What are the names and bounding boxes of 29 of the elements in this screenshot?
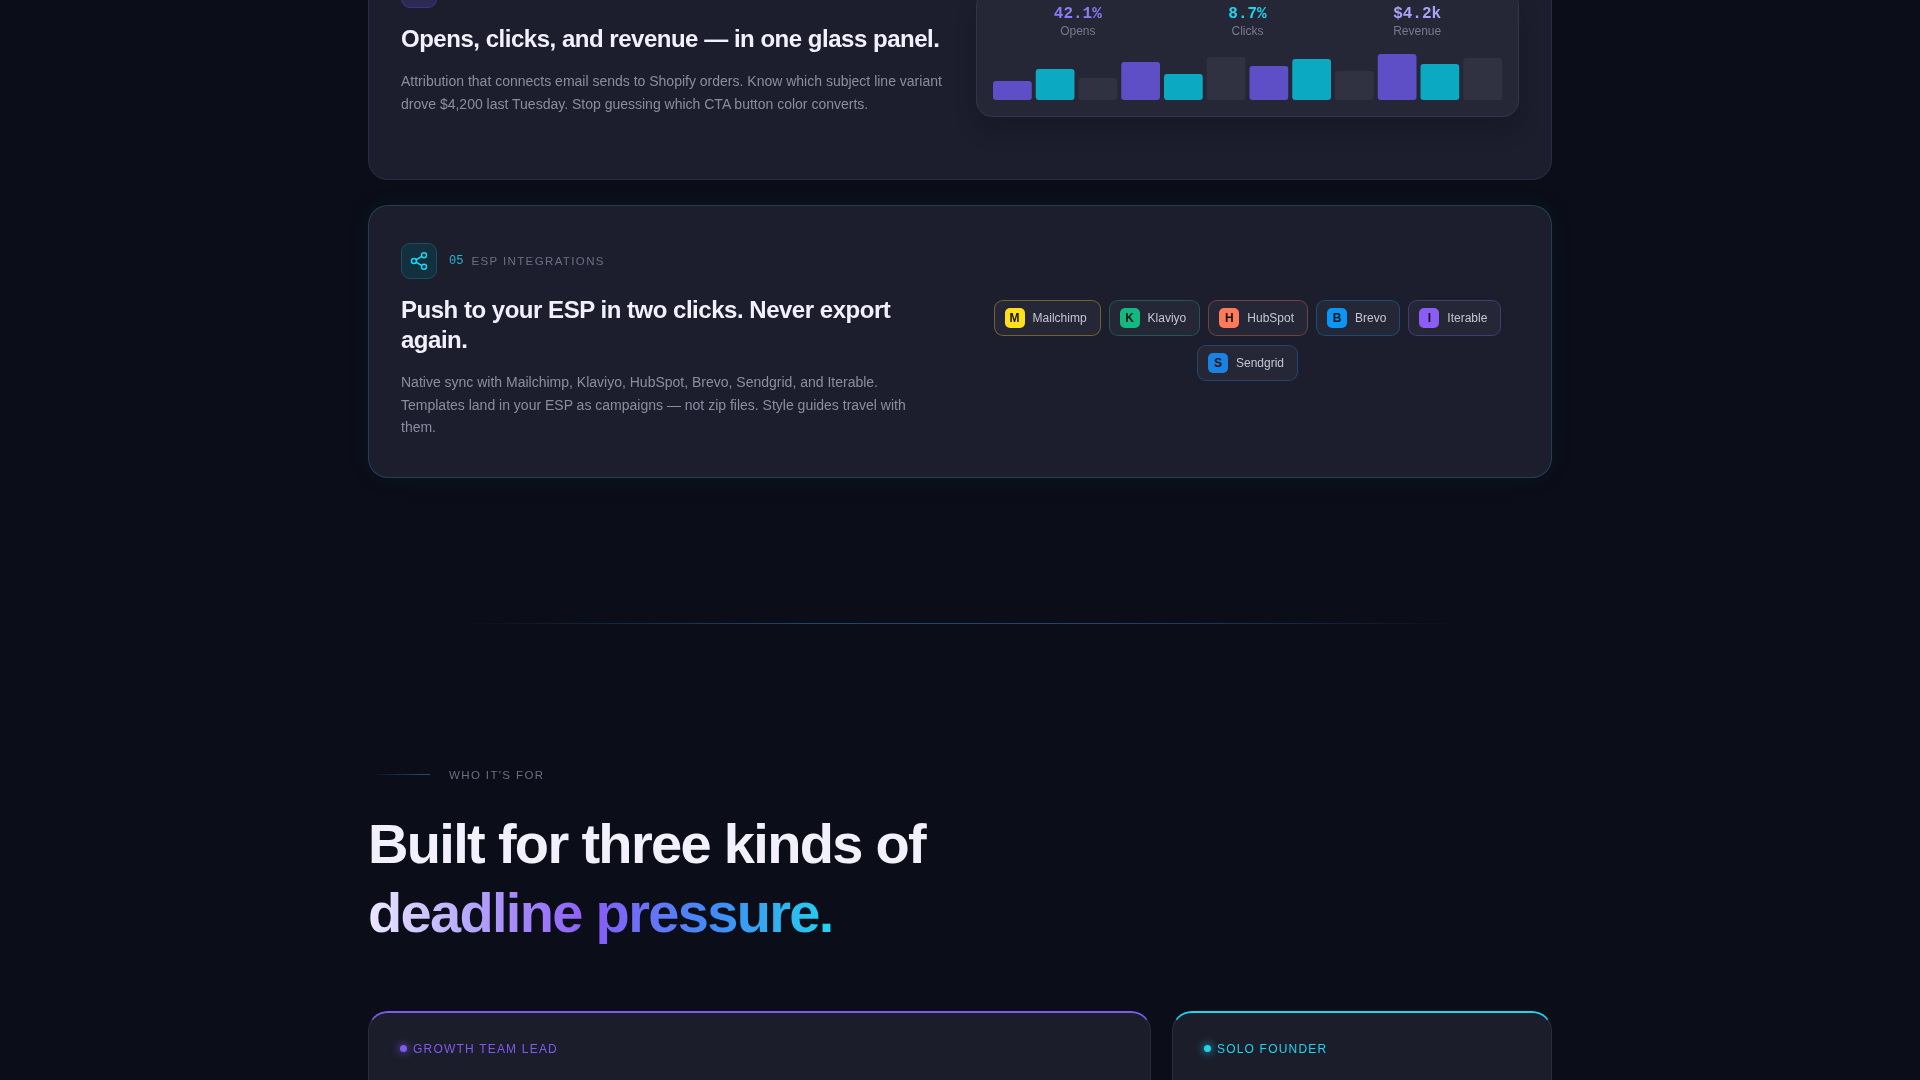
- stat-value: $4.2k: [1393, 6, 1442, 22]
- card-heading: Push to your ESP in two clicks. Never export again.: [401, 295, 892, 355]
- card-description: Attribution that connects email sends to Shopify orders. Know which subject line variant drove $4,200 last Tuesday. Stop guessing which CTA button color converts.: [401, 72, 943, 114]
- stat-label: Clicks: [1231, 24, 1264, 38]
- integration-name: Mailchimp: [1032, 311, 1087, 326]
- section-eyebrow: WHO IT'S FOR: [449, 767, 545, 782]
- brand-logo: S: [1207, 353, 1228, 374]
- brand-logo: I: [1419, 308, 1440, 329]
- card-heading: Opens, clicks, and revenue — in one glass panel.: [401, 24, 941, 54]
- brand-logo: M: [1004, 308, 1025, 329]
- stat-value: 8.7%: [1228, 6, 1267, 22]
- integration-name: HubSpot: [1247, 311, 1294, 326]
- stat-value: 42.1%: [1053, 6, 1102, 22]
- audience-label: GROWTH TEAM LEAD: [413, 1041, 558, 1056]
- integration-name: Klaviyo: [1147, 311, 1187, 326]
- share-icon: [401, 243, 437, 279]
- integration-name: Iterable: [1447, 311, 1488, 326]
- audience-label: SOLO FOUNDER: [1216, 1041, 1328, 1056]
- section-label: ESP INTEGRATIONS: [471, 255, 605, 267]
- section-heading: Built for three kinds of deadline pressure.: [368, 808, 926, 947]
- card-description: Native sync with Mailchimp, Klaviyo, HubSpot, Brevo, Sendgrid, and Iterable. Templates land in your ESP as campaigns — not zip files. Style guides travel with them.: [401, 373, 907, 437]
- brand-logo: K: [1119, 308, 1140, 329]
- brand-logo: H: [1219, 308, 1240, 329]
- integration-name: Brevo: [1355, 311, 1387, 326]
- stat-label: Revenue: [1393, 24, 1442, 38]
- stat-label: Opens: [1060, 24, 1096, 38]
- section-number: 05: [449, 254, 464, 268]
- brand-logo: B: [1327, 308, 1347, 329]
- integration-name: Sendgrid: [1235, 356, 1284, 371]
